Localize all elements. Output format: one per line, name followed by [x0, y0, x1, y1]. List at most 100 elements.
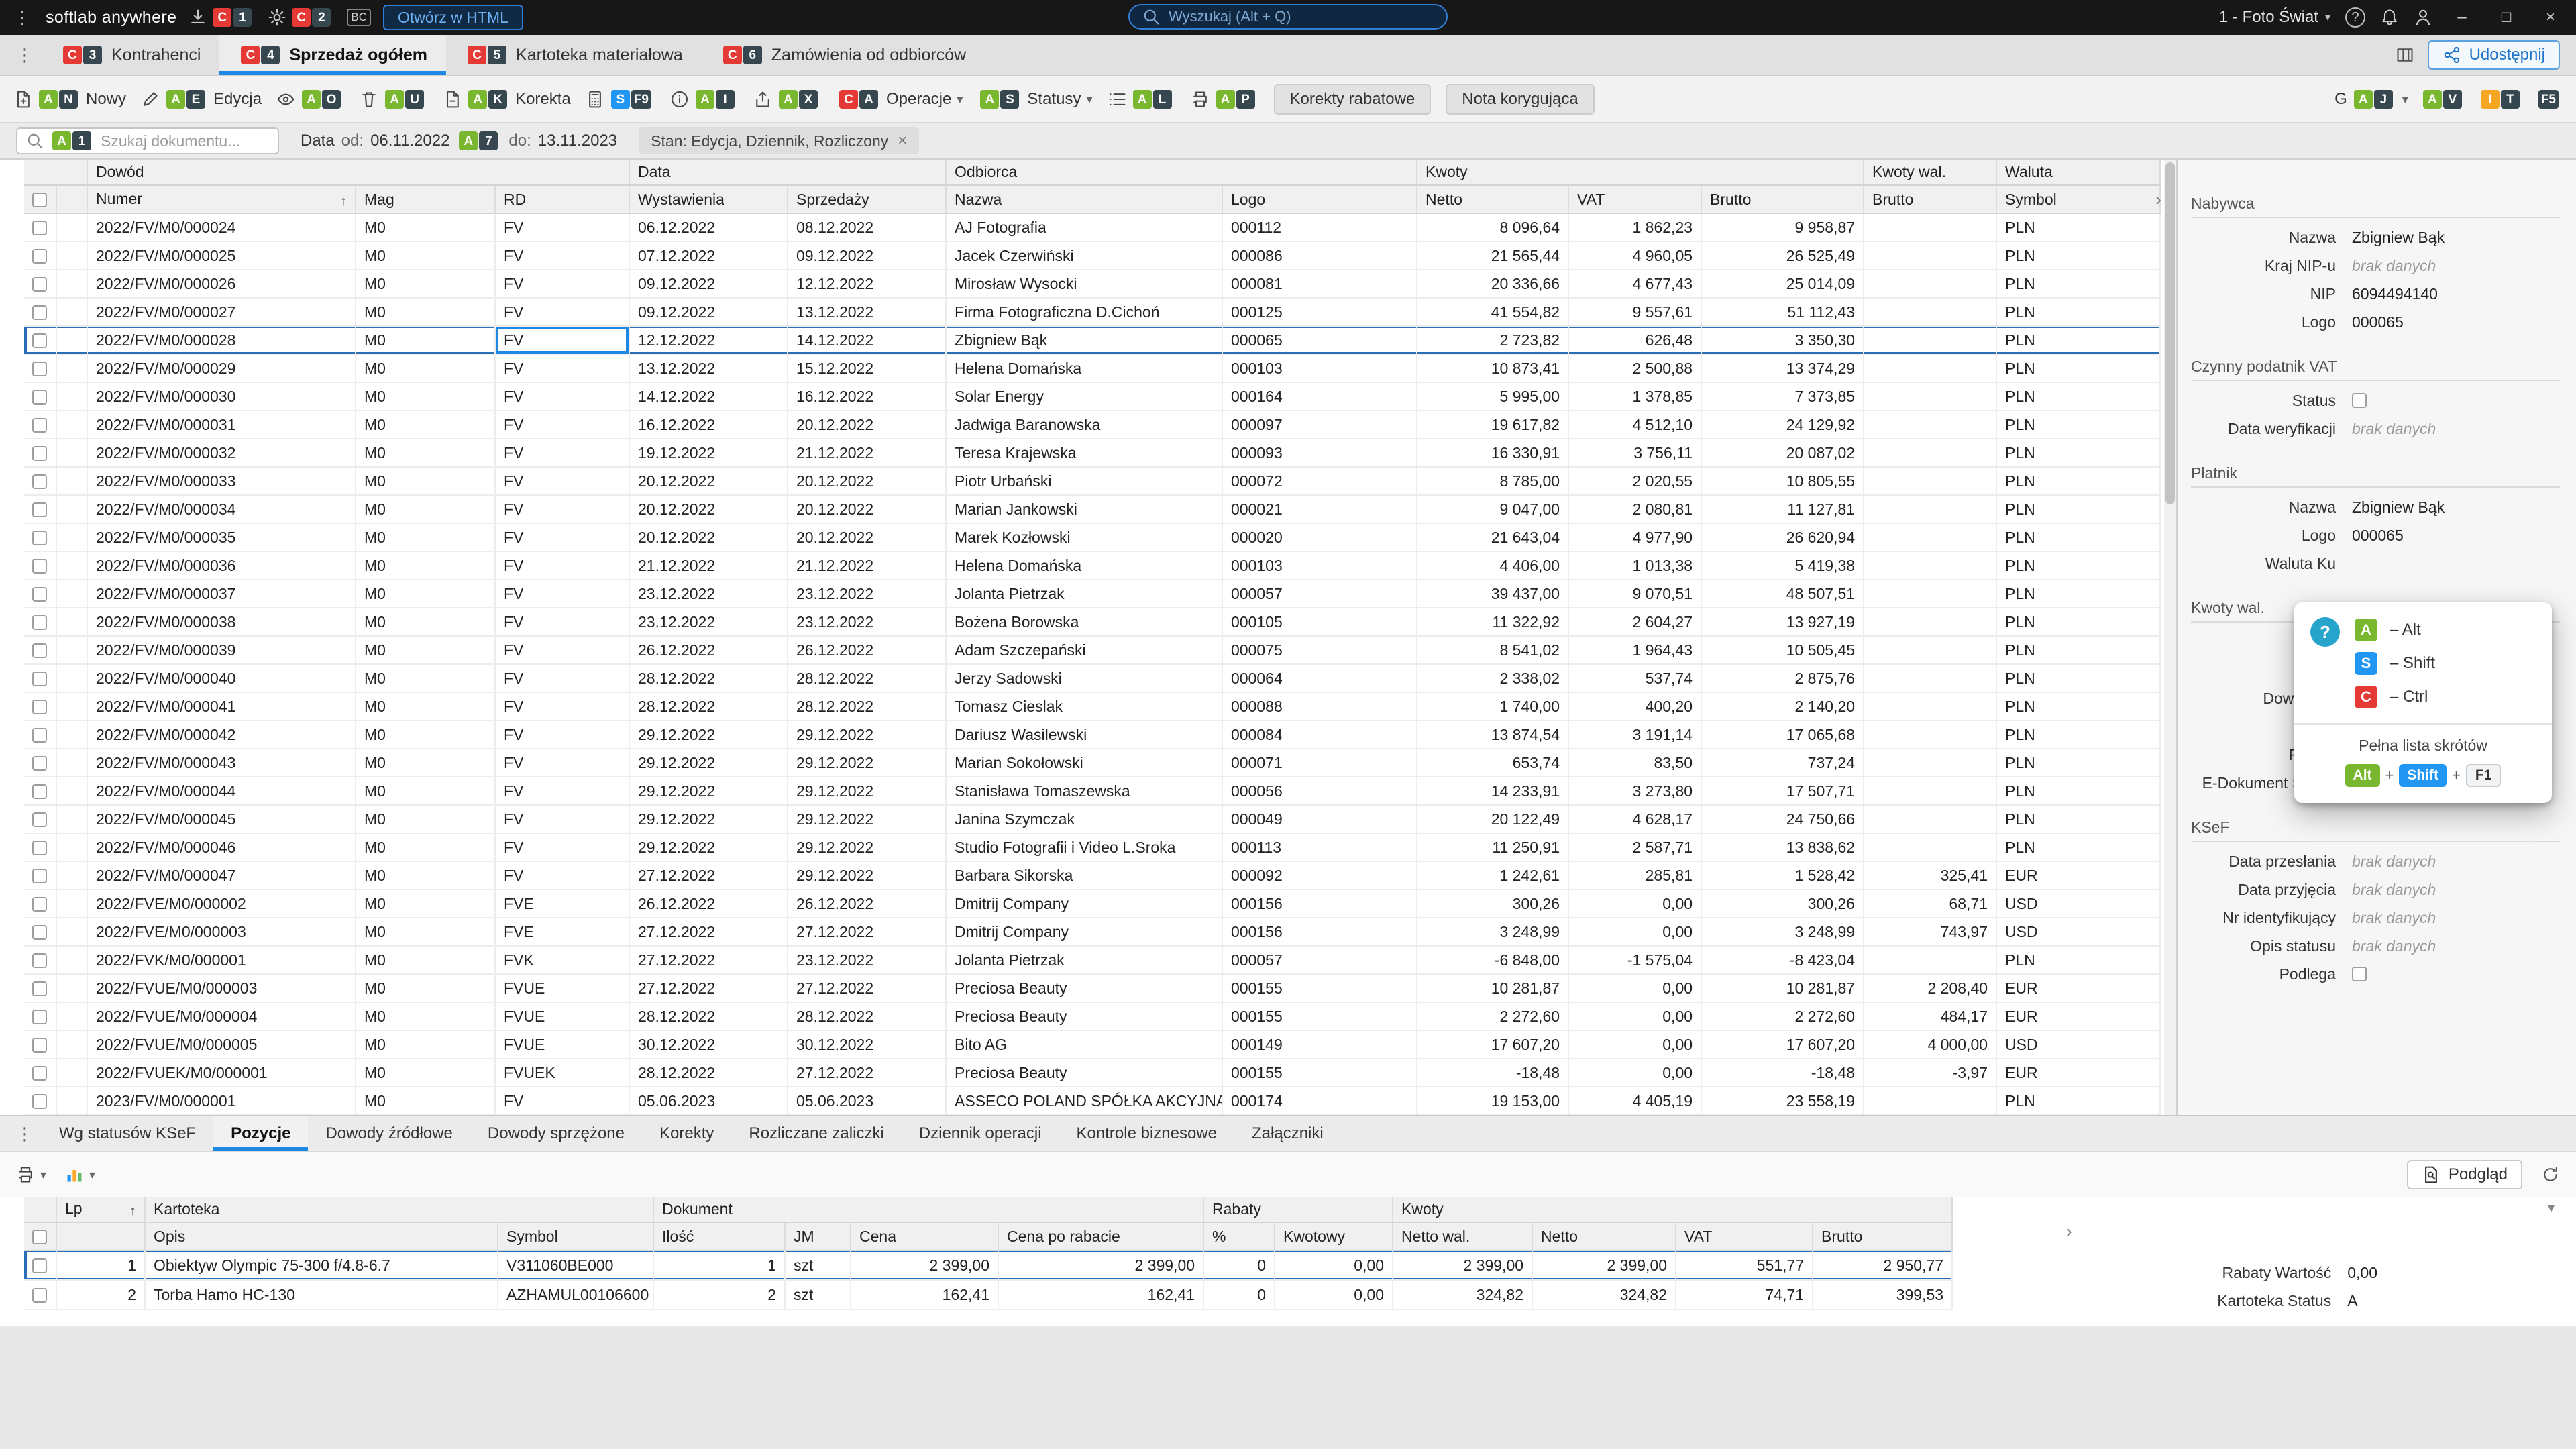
row-checkbox[interactable] [32, 812, 47, 827]
correction-button[interactable]: AKKorekta [443, 90, 571, 109]
invoice-row[interactable]: 2022/FV/M0/000031M0FV16.12.202220.12.202… [24, 411, 2160, 439]
position-row[interactable]: 2Torba Hamo HC-130AZHAMUL001066002szt162… [24, 1280, 1952, 1309]
row-expand-cell[interactable] [56, 749, 87, 777]
invoice-row[interactable]: 2022/FV/M0/000034M0FV20.12.202220.12.202… [24, 495, 2160, 523]
row-expand-cell[interactable] [56, 946, 87, 974]
col-header-cena[interactable]: Cena [851, 1222, 998, 1250]
row-checkbox[interactable] [32, 953, 47, 968]
row-select-cell[interactable] [24, 1002, 56, 1030]
invoice-row[interactable]: 2022/FV/M0/000030M0FV14.12.202216.12.202… [24, 382, 2160, 411]
col-header-numer[interactable]: Numer↑ [87, 185, 356, 213]
row-expand-cell[interactable] [56, 692, 87, 720]
invoice-row[interactable]: 2022/FV/M0/000047M0FV27.12.202229.12.202… [24, 861, 2160, 890]
invoice-row[interactable]: 2022/FV/M0/000036M0FV21.12.202221.12.202… [24, 551, 2160, 580]
row-checkbox[interactable] [32, 474, 47, 489]
row-select-cell[interactable] [24, 326, 56, 354]
col-header-vat[interactable]: VAT [1676, 1222, 1813, 1250]
col-header-mag[interactable]: Mag [356, 185, 495, 213]
tab-sprzedaz-ogolem[interactable]: C4Sprzedaż ogółem [219, 35, 446, 75]
layout-columns-icon[interactable] [2396, 46, 2414, 64]
invoice-row[interactable]: 2022/FV/M0/000043M0FV29.12.202229.12.202… [24, 749, 2160, 777]
delete-button[interactable]: AU [360, 90, 428, 109]
col-header-sprzedazy[interactable]: Sprzedaży [788, 185, 946, 213]
row-checkbox[interactable] [32, 672, 47, 686]
row-checkbox[interactable] [32, 869, 47, 883]
row-expand-cell[interactable] [56, 551, 87, 580]
row-expand-cell[interactable] [56, 523, 87, 551]
col-header-wystawienia[interactable]: Wystawienia [629, 185, 788, 213]
date-range-filter[interactable]: Data od: 06.11.2022 A7 do: 13.11.2023 [301, 131, 617, 150]
row-checkbox[interactable] [32, 305, 47, 320]
row-expand-cell[interactable] [56, 411, 87, 439]
row-expand-cell[interactable] [56, 326, 87, 354]
row-expand-cell[interactable] [56, 1002, 87, 1030]
invoice-row[interactable]: 2022/FVUE/M0/000003M0FVUE27.12.202227.12… [24, 974, 2160, 1002]
row-select-cell[interactable] [24, 720, 56, 749]
invoice-row[interactable]: 2022/FV/M0/000028M0FV12.12.202214.12.202… [24, 326, 2160, 354]
row-select-cell[interactable] [24, 1087, 56, 1115]
row-expand-cell[interactable] [56, 974, 87, 1002]
invoice-row[interactable]: 2022/FV/M0/000027M0FV09.12.202213.12.202… [24, 298, 2160, 326]
tab-zamowienia-od-odbiorcow[interactable]: C6Zamówienia od odbiorców [702, 35, 985, 75]
invoice-row[interactable]: 2022/FV/M0/000026M0FV09.12.202212.12.202… [24, 270, 2160, 298]
row-expand-cell[interactable] [56, 664, 87, 692]
invoice-row[interactable]: 2022/FV/M0/000046M0FV29.12.202229.12.202… [24, 833, 2160, 861]
row-checkbox[interactable] [32, 418, 47, 433]
panel-expander-icon[interactable]: › [2155, 189, 2161, 210]
col-header-symbol[interactable]: Symbol [1996, 185, 2160, 213]
col-header-lp[interactable] [56, 1222, 145, 1250]
list-button[interactable]: AL [1108, 90, 1176, 109]
row-expand-cell[interactable] [56, 439, 87, 467]
row-checkbox[interactable] [32, 897, 47, 912]
row-select-cell[interactable] [24, 213, 56, 241]
row-select-cell[interactable] [24, 495, 56, 523]
tab-pozycje[interactable]: Pozycje [213, 1116, 308, 1151]
row-expand-cell[interactable] [56, 636, 87, 664]
invoice-row[interactable]: 2022/FVE/M0/000003M0FVE27.12.202227.12.2… [24, 918, 2160, 946]
invoice-row[interactable]: 2022/FV/M0/000041M0FV28.12.202228.12.202… [24, 692, 2160, 720]
row-expand-cell[interactable] [56, 1059, 87, 1087]
row-expand-cell[interactable] [56, 467, 87, 495]
invoice-row[interactable]: 2022/FV/M0/000037M0FV23.12.202223.12.202… [24, 580, 2160, 608]
row-select-cell[interactable] [24, 270, 56, 298]
tabs-menu-icon[interactable]: ⋮ [8, 45, 42, 66]
row-checkbox[interactable] [32, 446, 47, 461]
export-button[interactable]: AX [753, 90, 822, 109]
col-header-logo[interactable]: Logo [1222, 185, 1417, 213]
row-select-cell[interactable] [24, 382, 56, 411]
invoice-row[interactable]: 2022/FV/M0/000025M0FV07.12.202209.12.202… [24, 241, 2160, 270]
col-header-brutto[interactable]: Brutto [1813, 1222, 1952, 1250]
row-checkbox[interactable] [32, 531, 47, 545]
row-select-cell[interactable] [24, 1059, 56, 1087]
maximize-button[interactable]: □ [2491, 8, 2521, 27]
refresh-key[interactable]: F5 [2536, 90, 2563, 109]
col-header-ilosc[interactable]: Ilość [653, 1222, 785, 1250]
invoice-row[interactable]: 2022/FVUE/M0/000004M0FVUE28.12.202228.12… [24, 1002, 2160, 1030]
app-menu-icon[interactable]: ⋮ [11, 7, 34, 28]
table-view-button[interactable]: IT [2478, 90, 2524, 109]
row-checkbox[interactable] [32, 615, 47, 630]
global-search-input[interactable] [1169, 8, 1434, 25]
row-expand-cell[interactable] [56, 890, 87, 918]
view-button[interactable]: AV [2420, 90, 2466, 109]
refresh-icon[interactable] [2541, 1165, 2560, 1184]
row-select-cell[interactable] [24, 890, 56, 918]
invoice-row[interactable]: 2022/FVUE/M0/000005M0FVUE30.12.202230.12… [24, 1030, 2160, 1059]
row-select-cell[interactable] [24, 523, 56, 551]
col-header-netto-wal[interactable]: Netto wal. [1393, 1222, 1532, 1250]
row-checkbox[interactable] [32, 728, 47, 743]
row-checkbox[interactable] [32, 587, 47, 602]
col-header-rd[interactable]: RD [495, 185, 629, 213]
row-expand-cell[interactable] [56, 805, 87, 833]
operations-dropdown[interactable]: CAOperacje▾ [837, 90, 963, 109]
col-header-cena-po-rabacie[interactable]: Cena po rabacie [998, 1222, 1203, 1250]
row-checkbox[interactable] [32, 756, 47, 771]
col-header-rabat-kwotowy[interactable]: Kwotowy [1275, 1222, 1393, 1250]
preview-button[interactable]: Podgląd [2407, 1160, 2522, 1189]
row-checkbox[interactable] [32, 981, 47, 996]
position-row[interactable]: 1Obiektyw Olympic 75-300 f/4.8-6.7V31106… [24, 1250, 1952, 1280]
row-checkbox[interactable] [32, 277, 47, 292]
row-expand-cell[interactable] [56, 608, 87, 636]
korekty-rabatowe-button[interactable]: Korekty rabatowe [1274, 84, 1432, 115]
col-header-symbol[interactable]: Symbol [498, 1222, 653, 1250]
